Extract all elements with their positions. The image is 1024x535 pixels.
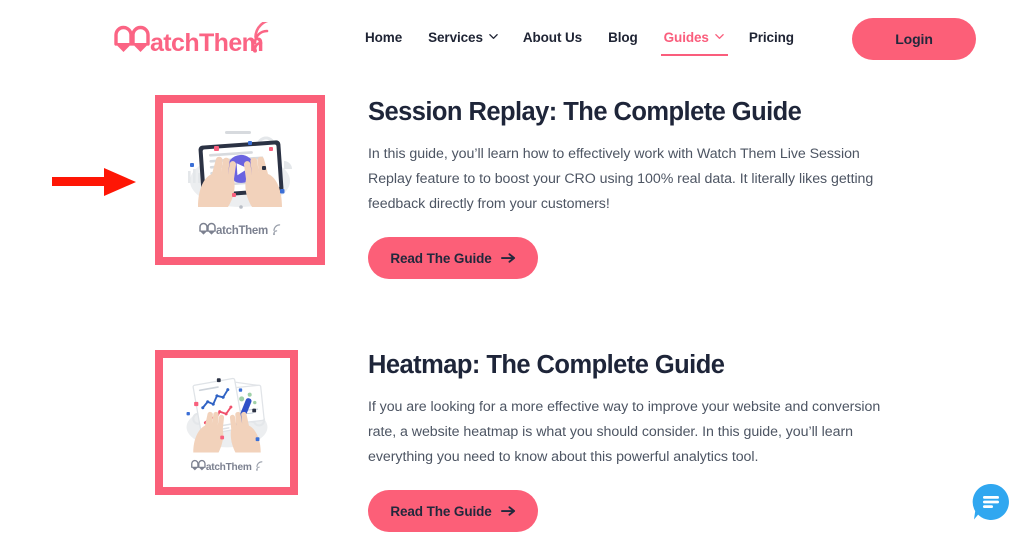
nav-item-label: Home [365,30,403,45]
nav-item-services[interactable]: Services [415,26,510,49]
login-button[interactable]: Login [852,18,976,60]
arrow-right-icon [500,252,516,264]
thumbnail-logo: atchThem [198,221,282,241]
watchthem-logo[interactable]: atchThem [112,22,272,56]
nav-item-label: Pricing [748,30,794,45]
thumbnail-inner: atchThem [163,358,290,487]
nav-item-label: Blog [608,30,638,45]
read-the-guide-label: Read The Guide [390,250,492,266]
read-the-guide-label: Read The Guide [390,503,492,519]
guide-description: If you are looking for a more effective … [368,399,881,466]
heatmap-thumbnail[interactable]: atchThem [155,350,298,495]
hands-with-charts-illustration [186,377,267,453]
chat-bubble-button[interactable] [970,481,1012,523]
guide-content: Heatmap: The Complete Guide If you are l… [368,350,898,533]
nav-item-blog[interactable]: Blog [595,26,651,49]
chevron-down-icon [489,32,498,40]
svg-text:atchThem: atchThem [150,29,263,56]
svg-text:atchThem: atchThem [205,462,251,472]
guides-listing-page: atchThem Home Services About Us Blog Gui… [0,0,1024,535]
guide-card: atchThem Heatmap: The Complete Guide If … [155,350,898,533]
nav-item-pricing[interactable]: Pricing [736,26,807,49]
nav-item-label: Services [428,30,483,45]
guide-card: atchThem Session Replay: The Complete Gu… [155,95,898,280]
nav-item-label: About Us [522,30,583,45]
guide-title: Session Replay: The Complete Guide [368,98,802,126]
hands-holding-tablet-illustration [188,131,292,209]
read-the-guide-button[interactable]: Read The Guide [368,237,538,280]
nav-item-label: Guides [663,30,709,45]
guide-title: Heatmap: The Complete Guide [368,351,725,379]
chevron-down-icon [715,32,724,40]
main-navigation: Home Services About Us Blog Guides Prici… [352,26,807,56]
arrow-right-icon [500,505,516,517]
guide-content: Session Replay: The Complete Guide In th… [368,95,898,280]
read-the-guide-button[interactable]: Read The Guide [368,490,538,533]
session-replay-thumbnail[interactable]: atchThem [155,95,325,265]
red-pointer-arrow [52,164,137,200]
svg-text:atchThem: atchThem [216,225,268,236]
site-header: atchThem Home Services About Us Blog Gui… [0,0,1024,78]
nav-item-about-us[interactable]: About Us [510,26,595,49]
thumbnail-logo: atchThem [190,458,264,477]
thumbnail-inner: atchThem [163,103,317,257]
nav-item-guides[interactable]: Guides [651,26,736,56]
active-nav-underline [660,54,728,56]
guide-description: In this guide, you’ll learn how to effec… [368,146,874,213]
nav-item-home[interactable]: Home [352,26,415,49]
